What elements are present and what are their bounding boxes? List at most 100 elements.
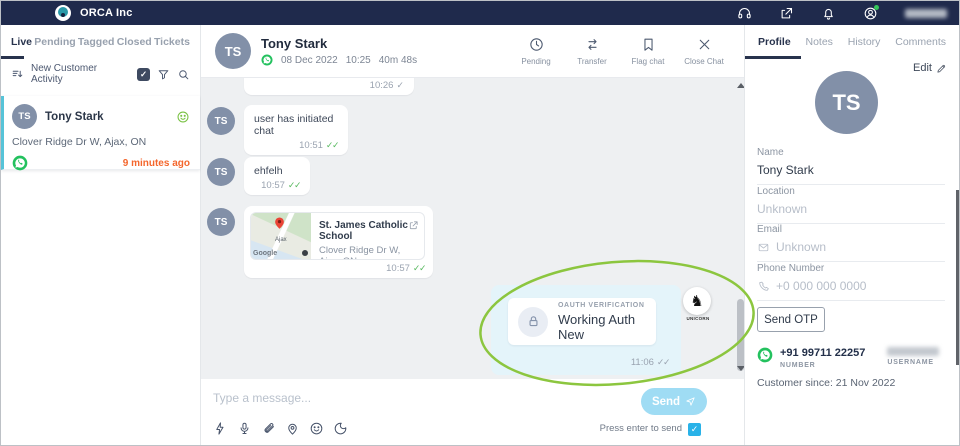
message-text: ehfelh (254, 165, 300, 177)
transfer-button[interactable]: Transfer (574, 36, 610, 66)
whatsapp-icon (12, 155, 28, 171)
tab-pending[interactable]: Pending (34, 36, 75, 48)
scrollbar-thumb[interactable] (737, 299, 744, 371)
send-button[interactable]: Send (641, 388, 707, 415)
active-tab-underline (1, 56, 24, 59)
chat-customer-name: Tony Stark (261, 36, 417, 51)
online-status-dot (874, 5, 879, 10)
name-value[interactable]: Tony Stark (757, 163, 814, 177)
customer-name: Tony Stark (45, 111, 176, 123)
send-plane-icon (685, 396, 696, 407)
chat-column: TS Tony Stark 08 Dec 2022 10:25 40m 48s … (201, 25, 746, 445)
oauth-widget-card[interactable]: OAUTH VERIFICATION Working Auth New (508, 298, 656, 345)
location-value[interactable]: Unknown (757, 202, 807, 216)
location-card[interactable]: Ajax Google St. James Catholic School Cl… (250, 212, 425, 260)
pending-button[interactable]: Pending (518, 36, 554, 66)
map-thumbnail: Ajax Google (251, 213, 311, 259)
agent-name-redacted (905, 9, 947, 18)
open-external-icon[interactable] (408, 218, 419, 229)
message-input[interactable] (213, 391, 613, 405)
map-control-dot (302, 250, 308, 256)
brand-name: ORCA Inc (80, 7, 133, 19)
activity-row: New Customer Activity (1, 59, 200, 89)
pencil-icon (936, 63, 947, 74)
edit-profile-button[interactable]: Edit (913, 62, 947, 74)
customer-since: Customer since: 21 Nov 2022 (757, 377, 895, 389)
username-redacted (887, 347, 939, 356)
channel-identity-row: +91 99711 22257 NUMBER USERNAME (757, 347, 949, 369)
headset-icon[interactable] (737, 6, 752, 21)
map-town-label: Ajax (275, 237, 287, 243)
avatar: TS (207, 107, 235, 135)
profile-avatar: TS (815, 71, 878, 134)
emoji-icon[interactable] (309, 421, 324, 436)
phone-value[interactable]: +0 000 000 0000 (776, 279, 866, 293)
close-icon (696, 36, 713, 53)
tab-live[interactable]: Live (11, 36, 32, 48)
chat-date: 08 Dec 2022 (281, 55, 338, 66)
message-bubble-partial: 10:26 (244, 78, 414, 95)
search-icon[interactable] (177, 68, 190, 81)
conversation-card-tony-stark[interactable]: TS Tony Stark Clover Ridge Dr W, Ajax, O… (1, 96, 200, 170)
phone-icon (757, 280, 770, 293)
message-bubble-location: Ajax Google St. James Catholic School Cl… (244, 206, 433, 278)
bell-icon[interactable] (821, 6, 836, 21)
whatsapp-icon (757, 347, 773, 363)
profile-tabs: Profile Notes History Comments (745, 25, 959, 59)
location-icon[interactable] (285, 421, 300, 436)
tab-notes[interactable]: Notes (806, 36, 833, 48)
avatar: TS (207, 208, 235, 236)
number-caption: NUMBER (780, 362, 865, 369)
chat-start-time: 10:25 (346, 55, 371, 66)
field-email: Email Unknown (757, 224, 945, 262)
avatar: TS (207, 158, 235, 186)
quick-reply-icon[interactable] (213, 421, 228, 436)
tab-profile[interactable]: Profile (758, 36, 791, 48)
panel-scrollbar-thumb[interactable] (956, 190, 959, 365)
sentiment-smiley-icon (176, 110, 190, 124)
oauth-widget-label: OAUTH VERIFICATION (558, 302, 646, 309)
chat-duration: 40m 48s (379, 55, 417, 66)
clock-icon (528, 36, 545, 53)
sticker-icon[interactable] (333, 421, 348, 436)
orca-logo-icon (55, 5, 71, 21)
activity-label: New Customer Activity (31, 63, 130, 85)
conversation-sidebar: Live Pending Tagged Closed Tickets New C… (1, 25, 201, 445)
message-bubble-oauth: OAUTH VERIFICATION Working Auth New 11:0… (491, 285, 681, 375)
oauth-widget-title: Working Auth New (558, 312, 646, 342)
sidebar-tabs: Live Pending Tagged Closed Tickets (1, 25, 200, 59)
sort-icon[interactable] (11, 68, 24, 81)
double-tick-icon (288, 180, 300, 191)
last-active-time: 9 minutes ago (123, 158, 190, 169)
avatar: TS (215, 33, 251, 69)
enter-to-send-checkbox[interactable] (688, 423, 701, 436)
map-brand-label: Google (253, 250, 277, 257)
close-chat-button[interactable]: Close Chat (686, 36, 722, 66)
field-phone: Phone Number +0 000 000 0000 (757, 263, 945, 301)
email-value[interactable]: Unknown (776, 240, 826, 254)
username-caption: USERNAME (887, 359, 939, 366)
attachment-icon[interactable] (261, 421, 276, 436)
tick-icon (396, 80, 404, 91)
send-otp-button[interactable]: Send OTP (757, 307, 825, 332)
avatar: TS (12, 104, 37, 129)
double-tick-icon (413, 263, 425, 274)
field-name: Name Tony Stark (757, 147, 945, 185)
app-window: ORCA Inc Live Pending Tagged Closed T (0, 0, 960, 446)
share-icon[interactable] (779, 6, 794, 21)
multi-select-icon[interactable] (137, 68, 150, 81)
mail-icon (757, 241, 770, 254)
tab-tickets[interactable]: Tickets (154, 36, 190, 48)
user-menu-icon[interactable] (863, 6, 878, 21)
flag-chat-button[interactable]: Flag chat (630, 36, 666, 66)
filter-icon[interactable] (157, 68, 170, 81)
double-tick-icon (326, 140, 338, 151)
tab-closed[interactable]: Closed (117, 36, 152, 48)
unicorn-badge: ♞ UNICORN (683, 287, 713, 321)
whatsapp-number: +91 99711 22257 (780, 347, 865, 359)
tab-tagged[interactable]: Tagged (78, 36, 115, 48)
tab-comments[interactable]: Comments (895, 36, 946, 48)
mic-icon[interactable] (237, 421, 252, 436)
tab-history[interactable]: History (848, 36, 881, 48)
message-bubble: user has initiated chat 10:51 (244, 105, 348, 155)
